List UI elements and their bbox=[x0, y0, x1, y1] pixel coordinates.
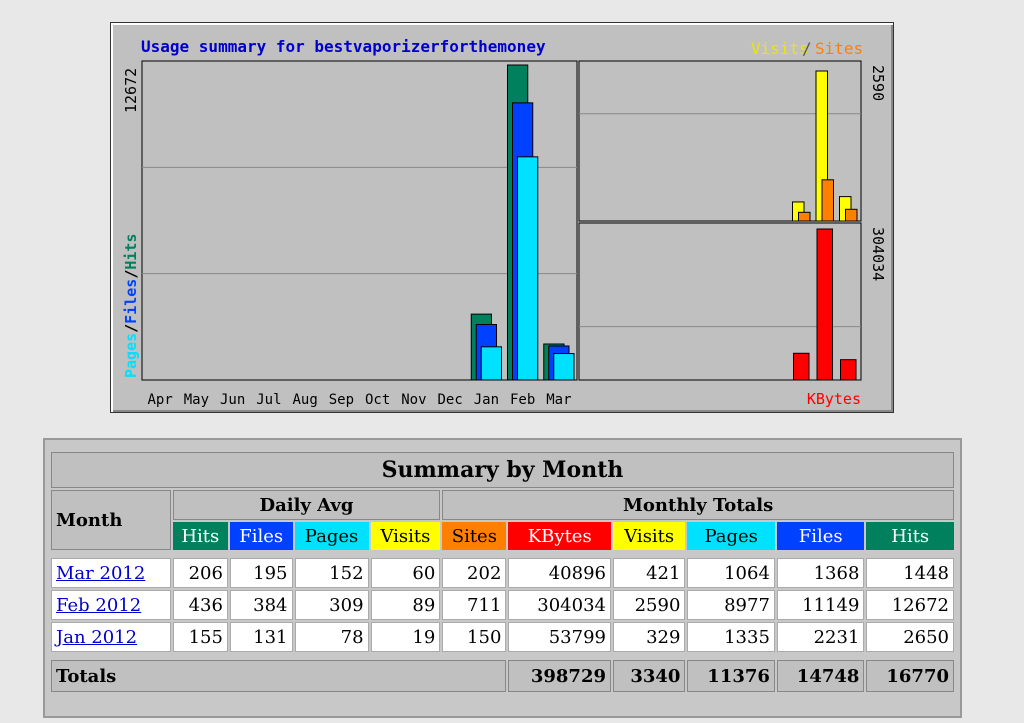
cell: 1335 bbox=[687, 622, 775, 652]
cell: 89 bbox=[370, 590, 441, 620]
month-header: Month bbox=[51, 490, 171, 550]
col-monthly-files: Files bbox=[776, 522, 865, 550]
totals-row: Totals 398729 3340 11376 14748 16770 bbox=[51, 660, 954, 692]
left-ylabel-files: Files bbox=[122, 279, 140, 324]
x-tick-jun: Jun bbox=[220, 392, 245, 408]
cell: 2231 bbox=[776, 622, 865, 652]
left-ylabel: Pages/Files/Hits bbox=[122, 234, 140, 379]
bar-kbytes-jan bbox=[793, 352, 810, 381]
bar-kbytes-mar bbox=[840, 359, 857, 381]
cell: 195 bbox=[229, 558, 293, 588]
bar-sites-feb bbox=[821, 179, 834, 222]
summary-table-panel: Summary by Month Month Daily Avg Monthly… bbox=[43, 438, 962, 718]
cell: 78 bbox=[294, 622, 369, 652]
left-ylabel-hits: Hits bbox=[122, 234, 140, 270]
x-tick-dec: Dec bbox=[437, 392, 462, 408]
daily-avg-header: Daily Avg bbox=[172, 490, 441, 520]
cell: 304034 bbox=[508, 590, 611, 620]
x-tick-nov: Nov bbox=[401, 392, 426, 408]
cell: 19 bbox=[370, 622, 441, 652]
col-monthly-hits: Hits bbox=[866, 522, 954, 550]
col-monthly-pages: Pages bbox=[687, 522, 775, 550]
totals-label: Totals bbox=[51, 660, 507, 692]
col-monthly-kbytes: KBytes bbox=[508, 522, 611, 550]
total-visits: 3340 bbox=[613, 660, 686, 692]
total-kbytes: 398729 bbox=[508, 660, 611, 692]
col-monthly-sites: Sites bbox=[442, 522, 507, 550]
cell: 1368 bbox=[776, 558, 865, 588]
bar-kbytes-feb bbox=[816, 228, 833, 381]
col-daily-visits: Visits bbox=[370, 522, 441, 550]
total-hits: 16770 bbox=[866, 660, 954, 692]
col-daily-hits: Hits bbox=[172, 522, 228, 550]
col-daily-pages: Pages bbox=[294, 522, 369, 550]
total-files: 14748 bbox=[776, 660, 865, 692]
x-tick-jan: Jan bbox=[474, 392, 499, 408]
table-title: Summary by Month bbox=[51, 452, 954, 488]
cell: 150 bbox=[442, 622, 507, 652]
bar-sites-jan bbox=[798, 211, 811, 222]
x-tick-oct: Oct bbox=[365, 392, 390, 408]
month-link-jan-2012[interactable]: Jan 2012 bbox=[56, 627, 137, 648]
x-tick-may: May bbox=[184, 392, 209, 408]
left-ymax-label: 12672 bbox=[122, 68, 140, 113]
cell: 1448 bbox=[866, 558, 954, 588]
cell: 2650 bbox=[866, 622, 954, 652]
cell: 384 bbox=[229, 590, 293, 620]
cell: 131 bbox=[229, 622, 293, 652]
cell: 2590 bbox=[613, 590, 686, 620]
table-row: Jan 2012 155 131 78 19 150 53799 329 133… bbox=[51, 622, 954, 652]
x-tick-aug: Aug bbox=[292, 392, 317, 408]
cell: 8977 bbox=[687, 590, 775, 620]
month-link-mar-2012[interactable]: Mar 2012 bbox=[56, 563, 145, 584]
cell: 421 bbox=[613, 558, 686, 588]
monthly-totals-header: Monthly Totals bbox=[442, 490, 954, 520]
cell: 53799 bbox=[508, 622, 611, 652]
bar-pages-jan bbox=[480, 346, 502, 381]
graph-title: Usage summary for bestvaporizerforthemon… bbox=[141, 37, 546, 56]
usage-graph: Usage summary for bestvaporizerforthemon… bbox=[110, 22, 894, 413]
bar-pages-feb bbox=[517, 156, 539, 381]
x-tick-feb: Feb bbox=[510, 392, 535, 408]
cell: 711 bbox=[442, 590, 507, 620]
legend-sites: Sites bbox=[815, 39, 863, 58]
cell: 40896 bbox=[508, 558, 611, 588]
col-daily-files: Files bbox=[229, 522, 293, 550]
cell: 11149 bbox=[776, 590, 865, 620]
cell: 155 bbox=[172, 622, 228, 652]
kbytes-xlabel: KBytes bbox=[807, 390, 861, 408]
table-row: Mar 2012 206 195 152 60 202 40896 421 10… bbox=[51, 558, 954, 588]
x-tick-mar: Mar bbox=[546, 392, 571, 408]
summary-table: Summary by Month Month Daily Avg Monthly… bbox=[49, 450, 956, 694]
month-link-feb-2012[interactable]: Feb 2012 bbox=[56, 595, 141, 616]
x-tick-sep: Sep bbox=[329, 392, 354, 408]
x-tick-jul: Jul bbox=[256, 392, 281, 408]
cell: 1064 bbox=[687, 558, 775, 588]
bar-sites-mar bbox=[845, 208, 858, 222]
cell: 329 bbox=[613, 622, 686, 652]
cell: 206 bbox=[172, 558, 228, 588]
usage-graph-svg: Usage summary for bestvaporizerforthemon… bbox=[122, 37, 887, 408]
legend-visits: Visits bbox=[751, 39, 809, 58]
left-ylabel-pages: Pages bbox=[122, 333, 140, 378]
cell: 12672 bbox=[866, 590, 954, 620]
kbytes-ymax-label: 304034 bbox=[869, 227, 887, 281]
cell: 309 bbox=[294, 590, 369, 620]
x-tick-apr: Apr bbox=[147, 392, 172, 408]
col-monthly-visits: Visits bbox=[613, 522, 686, 550]
cell: 152 bbox=[294, 558, 369, 588]
bar-pages-mar bbox=[553, 353, 575, 381]
visits-ymax-label: 2590 bbox=[869, 65, 887, 101]
total-pages: 11376 bbox=[687, 660, 775, 692]
cell: 60 bbox=[370, 558, 441, 588]
cell: 436 bbox=[172, 590, 228, 620]
table-row: Feb 2012 436 384 309 89 711 304034 2590 … bbox=[51, 590, 954, 620]
legend-slash: / bbox=[802, 39, 812, 58]
cell: 202 bbox=[442, 558, 507, 588]
